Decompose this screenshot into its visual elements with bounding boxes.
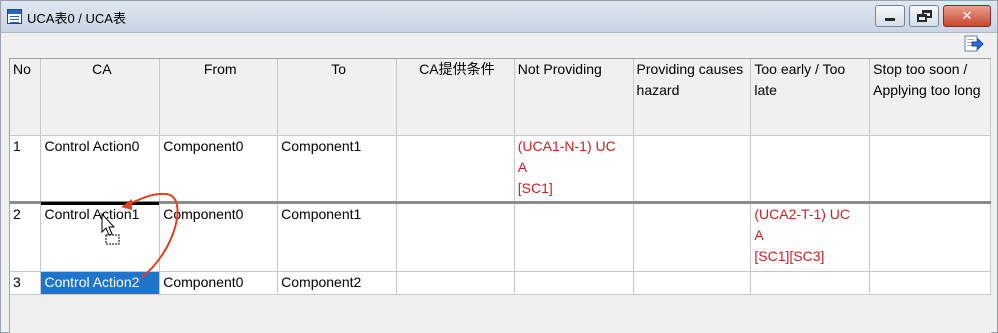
cell-no[interactable]: 2 — [10, 200, 42, 272]
cell-ca-selected[interactable]: Control Action2 — [40, 271, 161, 295]
cell-too-early-late[interactable] — [750, 271, 871, 295]
cell-not-providing[interactable] — [514, 271, 634, 295]
uca-text-line: [SC1][SC3] — [754, 247, 825, 264]
cell-no[interactable]: 3 — [10, 271, 42, 295]
cell-too-early-late[interactable] — [750, 135, 871, 203]
table-row[interactable]: 2 Control Action1 Component0 Component1 … — [10, 200, 991, 272]
cell-to[interactable]: Component1 — [277, 200, 398, 272]
cell-from[interactable]: Component0 — [159, 200, 279, 272]
cell-providing-hazard[interactable] — [633, 135, 752, 203]
uca-table: No CA From To CA提供条件 Not Providing Provi… — [10, 59, 991, 295]
header-providing-causes-hazard[interactable]: Providing causes hazard — [633, 59, 752, 136]
title-bar[interactable]: UCA表0 / UCA表 ✕ — [1, 1, 997, 33]
header-no[interactable]: No — [10, 59, 42, 136]
cell-stop-too-soon[interactable] — [869, 200, 991, 272]
uca-text-line: [SC1] — [517, 179, 553, 196]
header-from[interactable]: From — [159, 59, 279, 136]
cell-no[interactable]: 1 — [10, 135, 42, 203]
close-button[interactable]: ✕ — [943, 5, 991, 27]
uca-text-line: A — [517, 158, 528, 175]
header-ca[interactable]: CA — [40, 59, 161, 136]
cell-ca[interactable]: Control Action0 — [40, 135, 161, 203]
header-ca-condition[interactable]: CA提供条件 — [396, 59, 515, 136]
minimize-button[interactable] — [875, 5, 905, 27]
cell-to[interactable]: Component2 — [277, 271, 398, 295]
cell-ca-condition[interactable] — [396, 135, 515, 203]
table-row[interactable]: 3 Control Action2 Component0 Component2 — [10, 271, 991, 295]
cell-from[interactable]: Component0 — [159, 271, 279, 295]
cell-stop-too-soon[interactable] — [869, 135, 991, 203]
cell-from[interactable]: Component0 — [159, 135, 279, 203]
uca-text-line: (UCA2-T-1) UC — [754, 205, 851, 222]
uca-grid: No CA From To CA提供条件 Not Providing Provi… — [9, 58, 991, 333]
table-row[interactable]: 1 Control Action0 Component0 Component1 … — [10, 135, 991, 203]
minimize-icon — [885, 18, 895, 21]
header-to[interactable]: To — [277, 59, 398, 136]
toolbar — [1, 34, 997, 58]
cell-ca[interactable]: Control Action1 — [40, 200, 161, 272]
header-too-early-too-late[interactable]: Too early / Too late — [750, 59, 871, 136]
uca-text-line: (UCA1-N-1) UC — [517, 137, 616, 154]
cell-not-providing[interactable]: (UCA1-N-1) UC A [SC1] — [514, 135, 634, 203]
header-row: No CA From To CA提供条件 Not Providing Provi… — [10, 59, 991, 136]
uca-table-icon — [7, 9, 22, 24]
cell-stop-too-soon[interactable] — [869, 271, 991, 295]
uca-table-window: UCA表0 / UCA表 ✕ No CA From To CA提供条件 Not … — [0, 0, 998, 333]
cell-providing-hazard[interactable] — [633, 271, 752, 295]
header-not-providing[interactable]: Not Providing — [514, 59, 634, 136]
uca-text-line: A — [754, 226, 764, 243]
cell-not-providing[interactable] — [514, 200, 634, 272]
cell-to[interactable]: Component1 — [277, 135, 398, 203]
cell-providing-hazard[interactable] — [633, 200, 752, 272]
header-stop-too-soon[interactable]: Stop too soon / Applying too long — [869, 59, 991, 136]
maximize-button[interactable] — [909, 5, 939, 27]
export-arrow-icon[interactable] — [963, 34, 985, 54]
cell-too-early-late[interactable]: (UCA2-T-1) UC A [SC1][SC3] — [750, 200, 871, 272]
window-title: UCA表0 / UCA表 — [27, 11, 126, 26]
cell-ca-condition[interactable] — [396, 271, 515, 295]
drop-insertion-line — [41, 202, 159, 205]
cell-ca-condition[interactable] — [396, 200, 515, 272]
